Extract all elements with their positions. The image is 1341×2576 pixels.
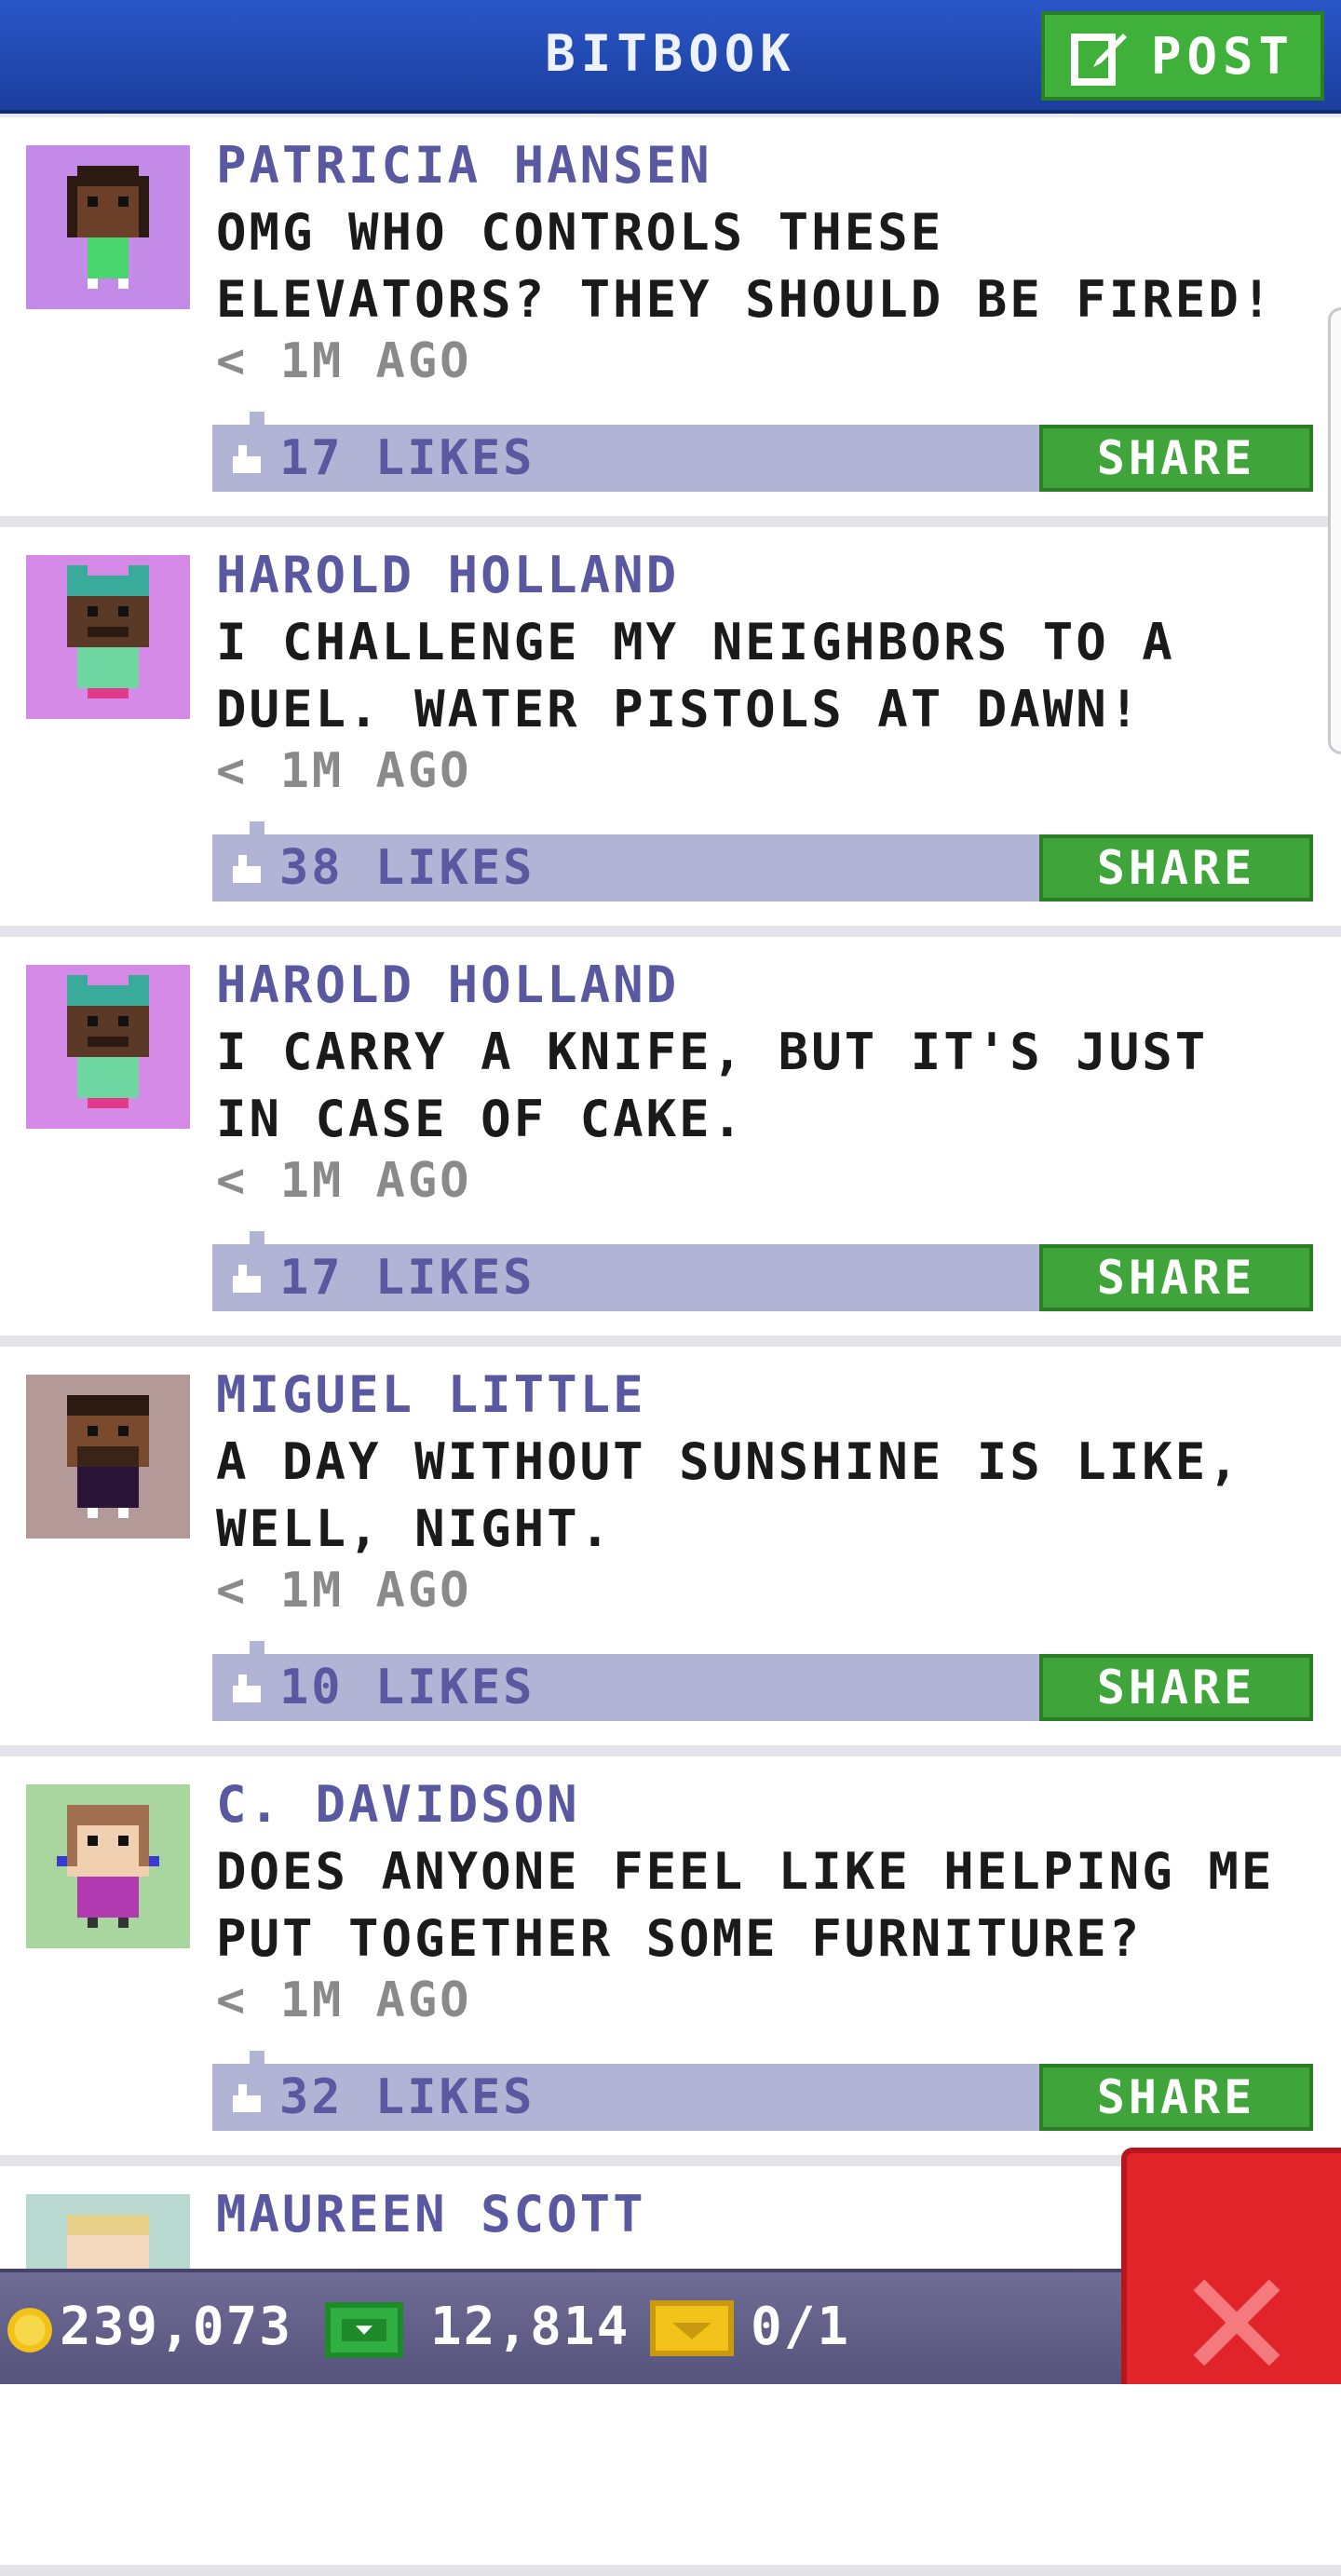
- share-button[interactable]: SHARE: [1039, 834, 1313, 902]
- likes-count: 17 LIKES: [279, 430, 535, 486]
- post-item: PATRICIA HANSEN OMG WHO CONTROLS THESE E…: [0, 117, 1341, 527]
- post-item: C. DAVIDSON DOES ANYONE FEEL LIKE HELPIN…: [0, 1756, 1341, 2166]
- avatar[interactable]: [26, 1375, 190, 1539]
- app-header: BITBOOK POST: [0, 0, 1341, 114]
- like-bar: 10 LIKES SHARE: [212, 1641, 1313, 1721]
- thumbs-up-icon[interactable]: [229, 1265, 264, 1293]
- likes-count: 38 LIKES: [279, 840, 535, 896]
- coin-icon: [7, 2308, 52, 2352]
- post-button-label: POST: [1150, 26, 1295, 86]
- post-author: MIGUEL LITTLE: [216, 1365, 646, 1424]
- avatar[interactable]: [26, 555, 190, 719]
- post-button[interactable]: POST: [1041, 11, 1324, 101]
- avatar[interactable]: [26, 965, 190, 1129]
- post-item: HAROLD HOLLAND I CHALLENGE MY NEIGHBORS …: [0, 527, 1341, 937]
- bux-count: 12,814: [430, 2297, 630, 2357]
- post-message: I CARRY A KNIFE, BUT IT'S JUST IN CASE O…: [216, 1023, 1209, 1148]
- share-button[interactable]: SHARE: [1039, 1654, 1313, 1721]
- post-timestamp: < 1M AGO: [216, 743, 472, 799]
- post-item: MIGUEL LITTLE A DAY WITHOUT SUNSHINE IS …: [0, 1347, 1341, 1756]
- like-bar: 32 LIKES SHARE: [212, 2051, 1313, 2131]
- thumbs-up-icon[interactable]: [229, 2084, 264, 2112]
- post-message: I CHALLENGE MY NEIGHBORS TO A DUEL. WATE…: [216, 613, 1175, 739]
- post-timestamp: < 1M AGO: [216, 333, 472, 389]
- bux-icon: [325, 2302, 403, 2358]
- share-button[interactable]: SHARE: [1039, 425, 1313, 492]
- post-timestamp: < 1M AGO: [216, 1563, 472, 1619]
- likes-count: 10 LIKES: [279, 1660, 535, 1715]
- like-bar: 17 LIKES SHARE: [212, 1231, 1313, 1311]
- post-timestamp: < 1M AGO: [216, 1153, 472, 1209]
- share-button[interactable]: SHARE: [1039, 1244, 1313, 1311]
- likes-count: 17 LIKES: [279, 1250, 535, 1306]
- likes-count: 32 LIKES: [279, 2069, 535, 2125]
- thumbs-up-icon[interactable]: [229, 855, 264, 883]
- avatar[interactable]: [26, 1784, 190, 1948]
- like-bar: 38 LIKES SHARE: [212, 821, 1313, 902]
- tickets-count: 0/1: [751, 2297, 851, 2357]
- close-icon: [1193, 2279, 1280, 2366]
- golden-ticket-icon: [650, 2300, 734, 2356]
- avatar[interactable]: [26, 145, 190, 309]
- post-author: PATRICIA HANSEN: [216, 136, 712, 195]
- coins-count: 239,073: [60, 2297, 293, 2357]
- post-message: A DAY WITHOUT SUNSHINE IS LIKE, WELL, NI…: [216, 1432, 1241, 1558]
- post-item: HAROLD HOLLAND I CARRY A KNIFE, BUT IT'S…: [0, 937, 1341, 1347]
- post-timestamp: < 1M AGO: [216, 1973, 472, 2028]
- post-author: HAROLD HOLLAND: [216, 956, 680, 1014]
- post-author: HAROLD HOLLAND: [216, 546, 680, 604]
- thumbs-up-icon[interactable]: [229, 445, 264, 473]
- thumbs-up-icon[interactable]: [229, 1674, 264, 1702]
- close-button[interactable]: [1121, 2148, 1341, 2384]
- post-author: C. DAVIDSON: [216, 1775, 580, 1834]
- like-bar: 17 LIKES SHARE: [212, 412, 1313, 492]
- share-button[interactable]: SHARE: [1039, 2064, 1313, 2131]
- scrollbar[interactable]: [1328, 307, 1341, 754]
- post-author: MAUREEN SCOTT: [216, 2185, 646, 2244]
- post-message: DOES ANYONE FEEL LIKE HELPING ME PUT TOG…: [216, 1842, 1275, 1968]
- edit-icon: [1070, 34, 1127, 86]
- post-message: OMG WHO CONTROLS THESE ELEVATORS? THEY S…: [216, 203, 1275, 329]
